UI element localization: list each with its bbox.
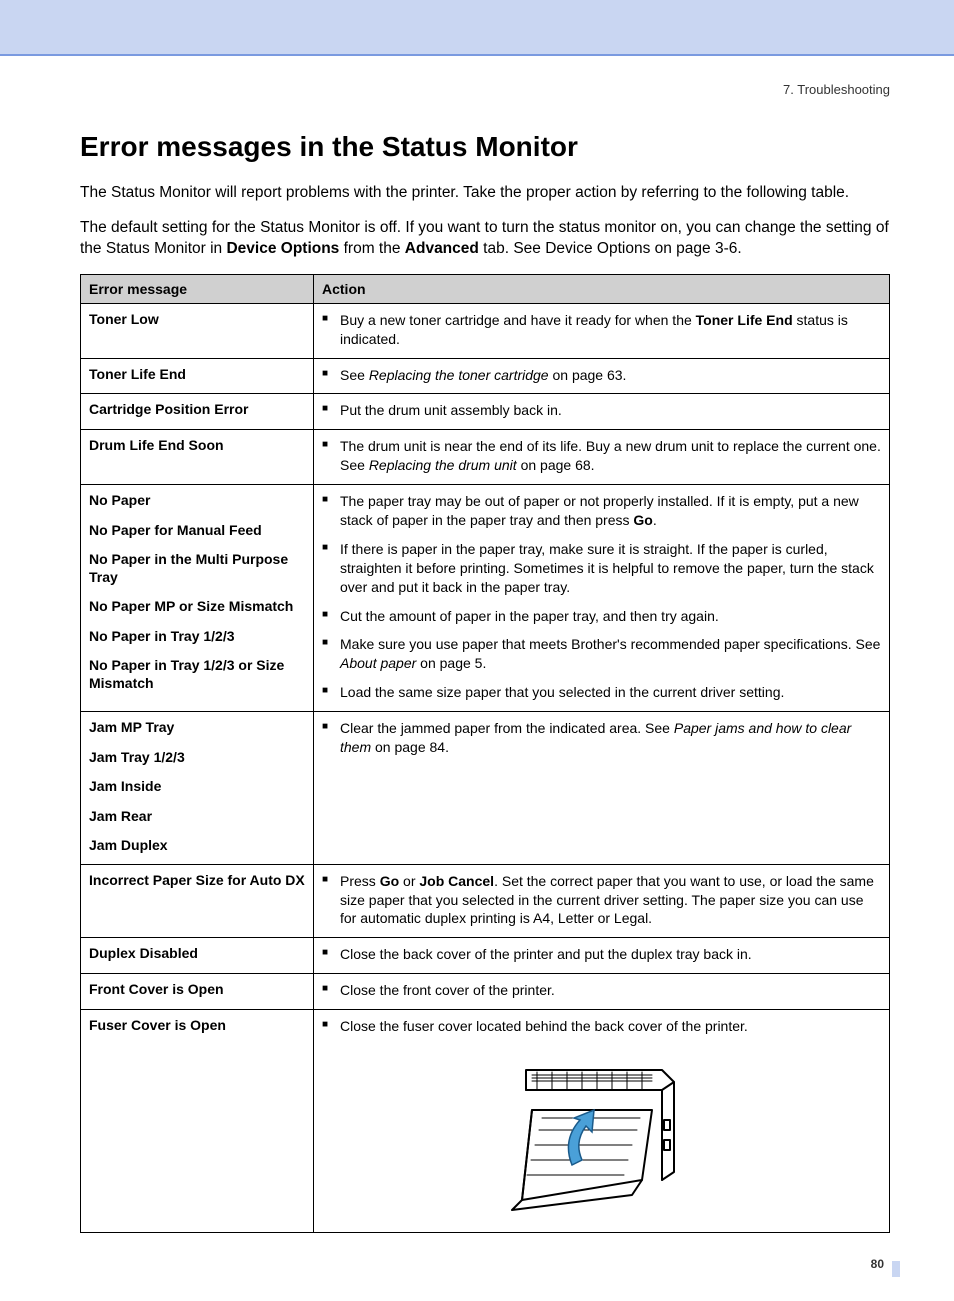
action-item: Put the drum unit assembly back in. bbox=[322, 401, 881, 420]
action-item: Load the same size paper that you select… bbox=[322, 683, 881, 702]
action-item: Close the back cover of the printer and … bbox=[322, 945, 881, 964]
error-cell: No Paper No Paper for Manual Feed No Paper… bbox=[81, 485, 314, 712]
printer-diagram bbox=[322, 1050, 881, 1223]
error-message: No Paper in Tray 1/2/3 bbox=[89, 628, 305, 646]
table-row: Toner Low Buy a new toner cartridge and h… bbox=[81, 303, 890, 358]
table-row: Toner Life End See Replacing the toner ca… bbox=[81, 358, 890, 394]
action-item: Clear the jammed paper from the indicate… bbox=[322, 719, 881, 757]
error-message: Incorrect Paper Size for Auto DX bbox=[89, 872, 305, 890]
error-cell: Duplex Disabled bbox=[81, 938, 314, 974]
page-number: 80 bbox=[80, 1257, 890, 1271]
error-message: Drum Life End Soon bbox=[89, 437, 305, 455]
error-message: No Paper in the Multi Purpose Tray bbox=[89, 551, 305, 586]
table-row: Duplex Disabled Close the back cover of t… bbox=[81, 938, 890, 974]
error-message: Jam Duplex bbox=[89, 837, 305, 855]
breadcrumb: 7. Troubleshooting bbox=[80, 82, 890, 97]
page-title: Error messages in the Status Monitor bbox=[80, 131, 890, 163]
action-item: See Replacing the toner cartridge on pag… bbox=[322, 366, 881, 385]
action-item: Buy a new toner cartridge and have it re… bbox=[322, 311, 881, 349]
error-message: No Paper in Tray 1/2/3 or Size Mismatch bbox=[89, 657, 305, 692]
error-cell: Front Cover is Open bbox=[81, 974, 314, 1010]
table-row: Cartridge Position Error Put the drum uni… bbox=[81, 394, 890, 430]
error-cell: Cartridge Position Error bbox=[81, 394, 314, 430]
error-message: No Paper for Manual Feed bbox=[89, 522, 305, 540]
error-cell: Toner Low bbox=[81, 303, 314, 358]
action-cell: Put the drum unit assembly back in. bbox=[314, 394, 890, 430]
action-cell: Clear the jammed paper from the indicate… bbox=[314, 712, 890, 865]
intro-paragraph: The default setting for the Status Monit… bbox=[80, 218, 890, 260]
action-item: Close the fuser cover located behind the… bbox=[322, 1017, 881, 1036]
action-item: Close the front cover of the printer. bbox=[322, 981, 881, 1000]
error-message: No Paper MP or Size Mismatch bbox=[89, 598, 305, 616]
error-cell: Jam MP Tray Jam Tray 1/2/3 Jam Inside Jam R… bbox=[81, 712, 314, 865]
error-table: Error message Action Toner Low Buy a new … bbox=[80, 274, 890, 1233]
page-content: 7. Troubleshooting Error messages in the… bbox=[0, 56, 954, 1301]
action-item: Cut the amount of paper in the paper tra… bbox=[322, 607, 881, 626]
error-message: Jam Inside bbox=[89, 778, 305, 796]
error-message: No Paper bbox=[89, 492, 305, 510]
action-cell: Close the fuser cover located behind the… bbox=[314, 1010, 890, 1233]
error-message: Front Cover is Open bbox=[89, 981, 305, 999]
error-cell: Toner Life End bbox=[81, 358, 314, 394]
action-cell: The drum unit is near the end of its lif… bbox=[314, 430, 890, 485]
col-header-action: Action bbox=[314, 274, 890, 303]
action-cell: See Replacing the toner cartridge on pag… bbox=[314, 358, 890, 394]
action-item: The drum unit is near the end of its lif… bbox=[322, 437, 881, 475]
action-cell: Press Go or Job Cancel. Set the correct … bbox=[314, 864, 890, 938]
error-cell: Fuser Cover is Open bbox=[81, 1010, 314, 1233]
table-row: Drum Life End Soon The drum unit is near … bbox=[81, 430, 890, 485]
error-message: Toner Low bbox=[89, 311, 305, 329]
table-row: Jam MP Tray Jam Tray 1/2/3 Jam Inside Jam R… bbox=[81, 712, 890, 865]
table-row: Incorrect Paper Size for Auto DX Press Go… bbox=[81, 864, 890, 938]
action-item: If there is paper in the paper tray, mak… bbox=[322, 540, 881, 597]
table-row: Front Cover is Open Close the front cover… bbox=[81, 974, 890, 1010]
action-cell: Buy a new toner cartridge and have it re… bbox=[314, 303, 890, 358]
action-cell: The paper tray may be out of paper or no… bbox=[314, 485, 890, 712]
intro-paragraph: The Status Monitor will report problems … bbox=[80, 183, 890, 204]
error-message: Jam MP Tray bbox=[89, 719, 305, 737]
error-message: Toner Life End bbox=[89, 366, 305, 384]
action-item: Press Go or Job Cancel. Set the correct … bbox=[322, 872, 881, 929]
printer-illustration bbox=[502, 1050, 702, 1220]
table-row: Fuser Cover is Open Close the fuser cover… bbox=[81, 1010, 890, 1233]
table-row: No Paper No Paper for Manual Feed No Paper… bbox=[81, 485, 890, 712]
top-header-bar bbox=[0, 0, 954, 54]
action-item: Make sure you use paper that meets Broth… bbox=[322, 635, 881, 673]
error-cell: Drum Life End Soon bbox=[81, 430, 314, 485]
action-item: The paper tray may be out of paper or no… bbox=[322, 492, 881, 530]
error-message: Cartridge Position Error bbox=[89, 401, 305, 419]
error-message: Duplex Disabled bbox=[89, 945, 305, 963]
error-cell: Incorrect Paper Size for Auto DX bbox=[81, 864, 314, 938]
error-message: Jam Tray 1/2/3 bbox=[89, 749, 305, 767]
page-tab-marker bbox=[892, 1261, 900, 1277]
action-cell: Close the front cover of the printer. bbox=[314, 974, 890, 1010]
col-header-error: Error message bbox=[81, 274, 314, 303]
action-cell: Close the back cover of the printer and … bbox=[314, 938, 890, 974]
error-message: Fuser Cover is Open bbox=[89, 1017, 305, 1035]
error-message: Jam Rear bbox=[89, 808, 305, 826]
